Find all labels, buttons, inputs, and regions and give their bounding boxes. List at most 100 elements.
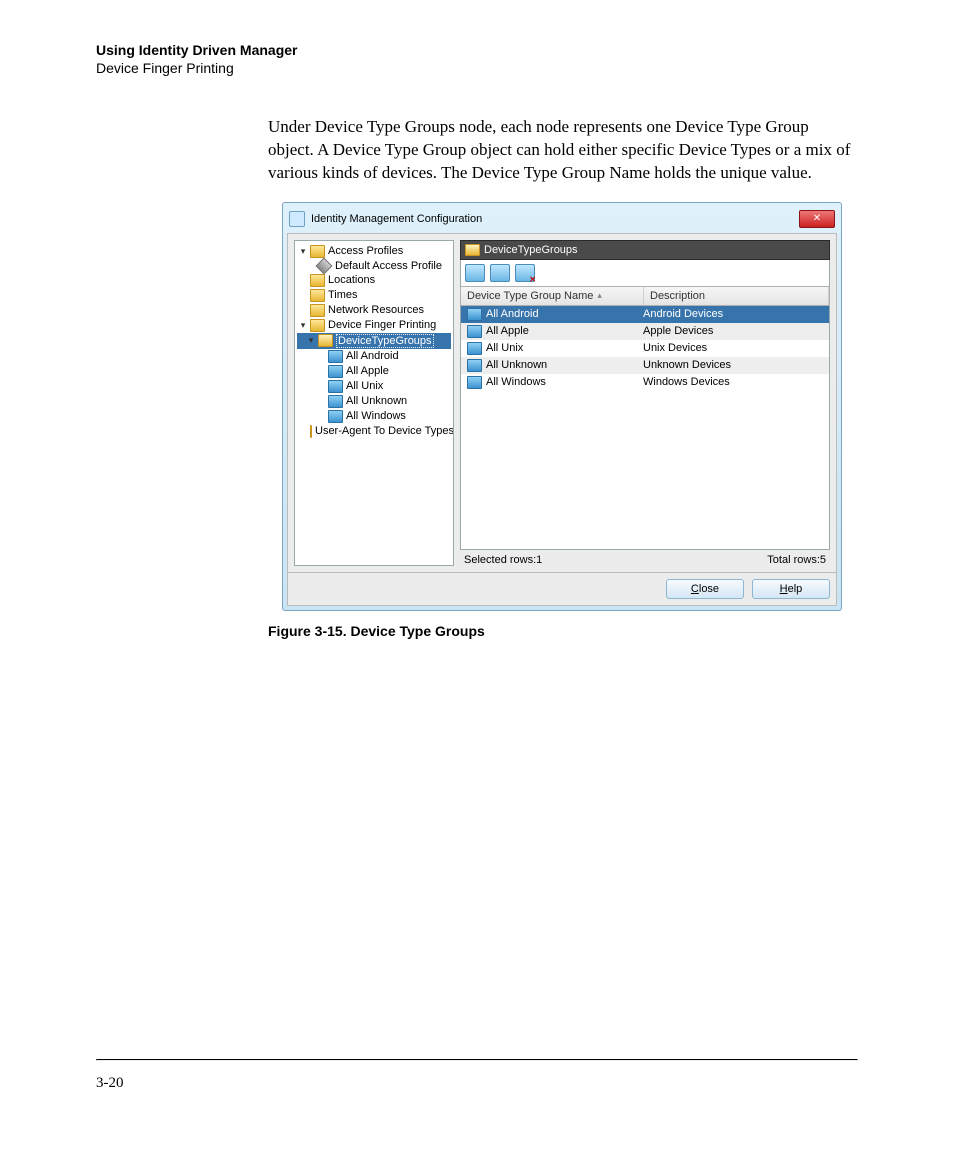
total-rows-label: Total rows:5	[767, 554, 826, 566]
body-paragraph: Under Device Type Groups node, each node…	[268, 116, 858, 185]
status-bar: Selected rows:1 Total rows:5	[460, 550, 830, 566]
folder-open-icon	[318, 334, 333, 347]
tree: ▾ Access Profiles Default Access Profile Lo…	[295, 241, 453, 442]
dialog-body: ▾ Access Profiles Default Access Profile Lo…	[287, 233, 837, 573]
tree-item[interactable]: Network Resources	[297, 303, 451, 318]
close-button[interactable]: Close	[666, 579, 744, 599]
cell-description: Unix Devices	[643, 342, 823, 354]
tree-expand-toggle[interactable]: ▾	[307, 335, 315, 346]
table-header: Device Type Group Name ▴ Description	[460, 286, 830, 306]
folder-icon	[310, 245, 325, 258]
right-panel: DeviceTypeGroups Device Type Group Name …	[460, 240, 830, 566]
table-row[interactable]: All Apple Apple Devices	[461, 323, 829, 340]
dialog-titlebar[interactable]: Identity Management Configuration ✕	[287, 207, 837, 233]
tree-item[interactable]: Locations	[297, 273, 451, 288]
table-row[interactable]: All Android Android Devices	[461, 306, 829, 323]
folder-icon	[310, 319, 325, 332]
tree-item-label: All Android	[346, 350, 399, 362]
window-close-button[interactable]: ✕	[799, 210, 835, 228]
folder-icon	[310, 289, 325, 302]
close-button-label: Close	[691, 583, 719, 595]
cell-description: Android Devices	[643, 308, 823, 320]
device-group-icon	[328, 380, 343, 393]
tree-item-label: Device Finger Printing	[328, 319, 436, 331]
cell-name: All Apple	[467, 325, 643, 338]
toolbar	[460, 260, 830, 286]
close-icon: ✕	[813, 213, 821, 224]
table-row[interactable]: All Unix Unix Devices	[461, 340, 829, 357]
tree-item-label: Default Access Profile	[335, 260, 442, 272]
tree-item-label: Times	[328, 289, 358, 301]
page-header: Using Identity Driven Manager Device Fin…	[96, 42, 858, 76]
tree-item[interactable]: ▾ Device Finger Printing	[297, 318, 451, 333]
column-header-name[interactable]: Device Type Group Name ▴	[461, 287, 644, 305]
app-icon	[289, 211, 305, 227]
toolbar-edit-button[interactable]	[490, 264, 510, 282]
tree-item[interactable]: ▾ DeviceTypeGroups	[297, 333, 451, 349]
cell-name: All Android	[467, 308, 643, 321]
help-button[interactable]: Help	[752, 579, 830, 599]
tree-item-label: Locations	[328, 274, 375, 286]
device-group-icon	[467, 359, 482, 372]
breadcrumb-label: DeviceTypeGroups	[484, 244, 578, 256]
device-group-icon	[328, 365, 343, 378]
tree-item-label: DeviceTypeGroups	[336, 334, 434, 348]
profile-icon	[316, 257, 333, 274]
cell-name-label: All Windows	[486, 376, 546, 388]
figure-screenshot: Identity Management Configuration ✕ ▾ Acc…	[282, 202, 858, 611]
tree-panel[interactable]: ▾ Access Profiles Default Access Profile Lo…	[294, 240, 454, 566]
tree-item-label: All Unix	[346, 380, 383, 392]
dialog-button-bar: Close Help	[287, 573, 837, 606]
toolbar-new-button[interactable]	[465, 264, 485, 282]
device-group-icon	[328, 410, 343, 423]
dialog-window: Identity Management Configuration ✕ ▾ Acc…	[282, 202, 842, 611]
cell-name: All Windows	[467, 376, 643, 389]
device-group-icon	[467, 342, 482, 355]
sort-ascending-icon: ▴	[597, 290, 602, 301]
tree-item-label: User-Agent To Device Types	[315, 425, 454, 437]
device-group-icon	[328, 395, 343, 408]
toolbar-delete-button[interactable]	[515, 264, 535, 282]
cell-name: All Unknown	[467, 359, 643, 372]
column-header-name-label: Device Type Group Name	[467, 290, 593, 302]
table-row[interactable]: All Unknown Unknown Devices	[461, 357, 829, 374]
cell-name-label: All Apple	[486, 325, 529, 337]
tree-item-label: All Unknown	[346, 395, 407, 407]
tree-item[interactable]: All Unknown	[297, 394, 451, 409]
tree-item-label: Access Profiles	[328, 245, 403, 257]
folder-icon	[310, 274, 325, 287]
device-group-icon	[467, 308, 482, 321]
cell-name-label: All Unknown	[486, 359, 547, 371]
tree-item[interactable]: User-Agent To Device Types	[297, 424, 451, 439]
folder-icon	[310, 425, 312, 438]
cell-description: Unknown Devices	[643, 359, 823, 371]
tree-item[interactable]: Default Access Profile	[297, 259, 451, 273]
cell-description: Apple Devices	[643, 325, 823, 337]
tree-expand-toggle[interactable]: ▾	[299, 246, 307, 257]
table-row[interactable]: All Windows Windows Devices	[461, 374, 829, 391]
table-body[interactable]: All Android Android Devices All Apple Apple…	[460, 306, 830, 550]
tree-item[interactable]: ▾ Access Profiles	[297, 244, 451, 259]
tree-item[interactable]: All Unix	[297, 379, 451, 394]
cell-description: Windows Devices	[643, 376, 823, 388]
cell-name: All Unix	[467, 342, 643, 355]
header-title: Using Identity Driven Manager	[96, 42, 858, 58]
tree-item[interactable]: Times	[297, 288, 451, 303]
device-group-icon	[328, 350, 343, 363]
tree-item[interactable]: All Apple	[297, 364, 451, 379]
cell-name-label: All Unix	[486, 342, 523, 354]
dialog-title: Identity Management Configuration	[311, 213, 799, 225]
footer-rule	[96, 1059, 858, 1061]
header-subtitle: Device Finger Printing	[96, 60, 858, 76]
help-button-label: Help	[780, 583, 803, 595]
device-group-icon	[467, 325, 482, 338]
figure-caption: Figure 3-15. Device Type Groups	[268, 623, 858, 639]
tree-item[interactable]: All Android	[297, 349, 451, 364]
selected-rows-label: Selected rows:1	[464, 554, 542, 566]
tree-expand-toggle[interactable]: ▾	[299, 320, 307, 331]
column-header-description[interactable]: Description	[644, 287, 829, 305]
device-group-icon	[467, 376, 482, 389]
cell-name-label: All Android	[486, 308, 539, 320]
tree-item[interactable]: All Windows	[297, 409, 451, 424]
folder-open-icon	[465, 244, 480, 256]
